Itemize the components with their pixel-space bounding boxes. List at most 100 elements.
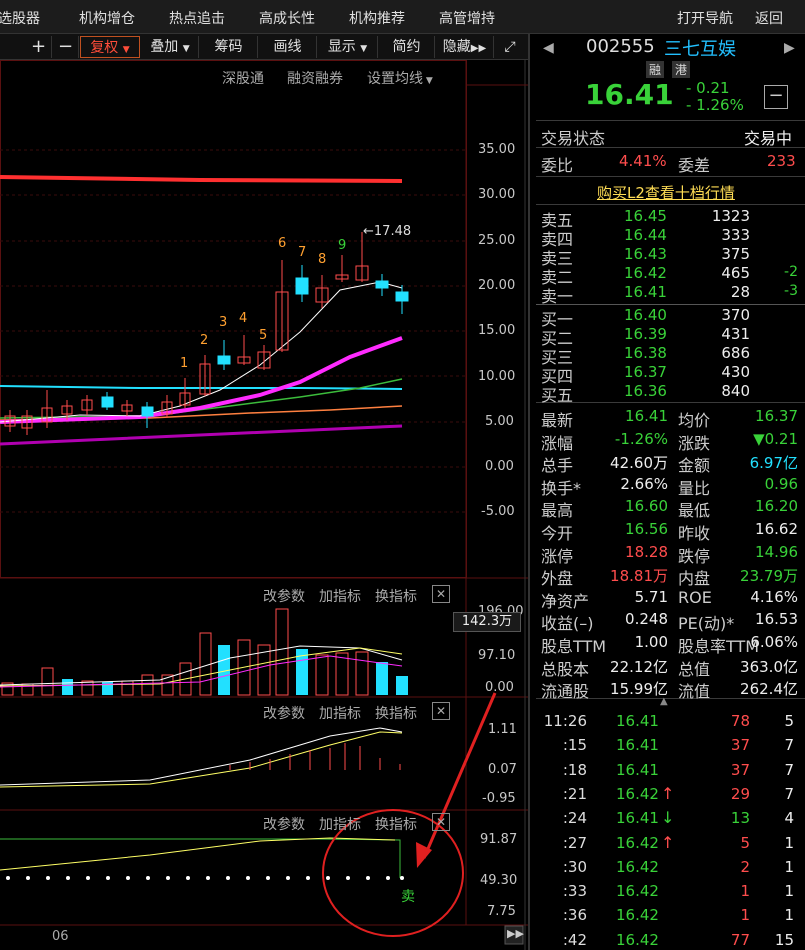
kdj-tick: 91.87 bbox=[480, 832, 518, 847]
tick-time: :21 bbox=[562, 784, 587, 803]
nav-hot-pursuit[interactable]: 热点追击 bbox=[169, 8, 225, 28]
set-ma-label: 设置均线 bbox=[367, 71, 423, 87]
stat-label: 最新 bbox=[541, 411, 574, 430]
stat-value: 1.00 bbox=[634, 633, 668, 651]
margin-trading-link[interactable]: 融资融券 bbox=[287, 68, 343, 88]
stat-value: 16.53 bbox=[755, 610, 798, 629]
fullscreen-icon[interactable]: ⤢ bbox=[496, 36, 524, 58]
price-tick: 10.00 bbox=[478, 369, 516, 384]
count-label: 8 bbox=[318, 252, 327, 267]
kdj-tick: 7.75 bbox=[487, 904, 516, 919]
macd-add-indicator-button[interactable]: 加指标 bbox=[319, 703, 361, 723]
macd-change-params-button[interactable]: 改参数 bbox=[263, 703, 305, 723]
nav-institution-add[interactable]: 机构增仓 bbox=[79, 8, 135, 28]
tick-volume: 1 bbox=[740, 906, 750, 925]
stat-label: 涨跌 bbox=[678, 433, 711, 453]
fuquan-dropdown[interactable]: 复权 ▼ bbox=[80, 36, 140, 58]
collapse-icon[interactable]: − bbox=[764, 85, 788, 109]
tick-time: :18 bbox=[562, 760, 587, 779]
vol-switch-indicator-button[interactable]: 换指标 bbox=[375, 586, 417, 606]
stat-value: 4.16% bbox=[750, 587, 798, 606]
trade-status-label: 交易状态 bbox=[541, 129, 606, 148]
stat-label: 昨收 bbox=[678, 524, 711, 543]
sell-signal-label: 卖 bbox=[401, 889, 415, 905]
buy-level-price: 16.36 bbox=[624, 382, 667, 400]
tick-volume: 37 bbox=[730, 760, 750, 779]
stat-label: 最低 bbox=[678, 501, 711, 521]
macd-switch-indicator-button[interactable]: 换指标 bbox=[375, 703, 417, 723]
high-marker-value: 17.48 bbox=[373, 224, 412, 239]
sell-level-volume: 375 bbox=[721, 245, 750, 263]
close-icon[interactable]: ✕ bbox=[432, 585, 450, 603]
stat-label: 净资产 bbox=[541, 591, 590, 611]
set-ma-link[interactable]: 设置均线 ▼ bbox=[367, 68, 433, 88]
stat-value: 5.71 bbox=[634, 587, 668, 606]
chevron-down-icon: ▼ bbox=[182, 44, 190, 54]
chip-button[interactable]: 筹码 bbox=[200, 36, 258, 58]
kdj-switch-indicator-button[interactable]: 换指标 bbox=[375, 814, 417, 834]
ma-line-purple bbox=[0, 424, 403, 446]
l2-purchase-link[interactable]: 购买L2查看十档行情 bbox=[597, 182, 735, 203]
kdj-change-params-button[interactable]: 改参数 bbox=[263, 814, 305, 834]
display-dropdown[interactable]: 显示 ▼ bbox=[318, 36, 378, 58]
price-change-pct: - 1.26% bbox=[686, 96, 744, 114]
sell-level-volume: 28 bbox=[730, 283, 750, 301]
close-icon[interactable]: ✕ bbox=[432, 702, 450, 720]
tick-volume: 2 bbox=[740, 857, 750, 876]
sell-level-price: 16.41 bbox=[624, 283, 667, 301]
stat-value: 14.96 bbox=[755, 542, 798, 561]
weicha-value: 233 bbox=[767, 152, 796, 170]
tick-time: :15 bbox=[562, 736, 587, 755]
tick-volume: 29 bbox=[730, 784, 750, 803]
tick-time: :30 bbox=[562, 857, 587, 876]
kdj-add-indicator-button[interactable]: 加指标 bbox=[319, 814, 361, 834]
simple-button[interactable]: 简约 bbox=[379, 36, 435, 58]
scroll-right-icon[interactable]: ▶▶ bbox=[507, 927, 524, 940]
sell-level-volume: 1323 bbox=[711, 207, 750, 225]
nav-executive-increase[interactable]: 高管增持 bbox=[439, 8, 495, 28]
sell-level-change: -2 bbox=[784, 264, 798, 280]
count-label: 4 bbox=[239, 311, 248, 326]
zoom-in-button[interactable]: + bbox=[26, 36, 52, 58]
overlay-dropdown[interactable]: 叠加 ▼ bbox=[142, 36, 199, 58]
tick-volume: 37 bbox=[730, 736, 750, 755]
tick-price: 16.41 bbox=[616, 712, 659, 730]
prev-stock-icon[interactable]: ◀ bbox=[543, 40, 554, 56]
stock-code: 002555 bbox=[586, 36, 655, 57]
next-stock-icon[interactable]: ▶ bbox=[784, 40, 795, 56]
chart-toolbar: + − 复权 ▼ 叠加 ▼ 筹码 画线 显示 ▼ 简约 隐藏▶▶ ⤢ bbox=[0, 34, 528, 60]
tick-volume: 77 bbox=[730, 930, 750, 949]
tick-volume: 5 bbox=[740, 833, 750, 852]
ma-line-green bbox=[0, 378, 403, 419]
nav-institution-recommend[interactable]: 机构推荐 bbox=[349, 8, 405, 28]
tick-volume: 13 bbox=[730, 809, 750, 828]
display-label: 显示 bbox=[327, 39, 356, 55]
nav-stock-picker[interactable]: 选股器 bbox=[0, 8, 40, 28]
buy-level-volume: 840 bbox=[721, 382, 750, 400]
draw-line-button[interactable]: 画线 bbox=[259, 36, 317, 58]
back-button[interactable]: 返回 bbox=[755, 8, 783, 28]
tick-time: :36 bbox=[562, 906, 587, 925]
volume-tick: 97.10 bbox=[478, 648, 516, 663]
vol-add-indicator-button[interactable]: 加指标 bbox=[319, 586, 361, 606]
vol-change-params-button[interactable]: 改参数 bbox=[263, 586, 305, 606]
price-tick: 5.00 bbox=[485, 414, 514, 429]
tick-count: 7 bbox=[784, 736, 794, 755]
weicha-label: 委差 bbox=[678, 156, 711, 175]
fuquan-label: 复权 bbox=[90, 40, 119, 56]
tick-price: 16.42 bbox=[616, 906, 659, 925]
zoom-out-button[interactable]: − bbox=[53, 36, 79, 58]
close-icon[interactable]: ✕ bbox=[432, 813, 450, 831]
hide-label: 隐藏 bbox=[442, 39, 471, 55]
count-label: 3 bbox=[219, 315, 228, 330]
open-navigation-button[interactable]: 打开导航 bbox=[677, 8, 733, 28]
stat-value: 0.96 bbox=[764, 474, 798, 493]
stat-label: 内盘 bbox=[678, 569, 711, 589]
hide-button[interactable]: 隐藏▶▶ bbox=[436, 36, 494, 58]
stat-label: 今开 bbox=[541, 524, 574, 543]
nav-high-growth[interactable]: 高成长性 bbox=[259, 8, 315, 28]
shenguton-link[interactable]: 深股通 bbox=[222, 68, 264, 88]
count-label: 1 bbox=[180, 356, 189, 371]
tick-count: 15 bbox=[774, 930, 794, 949]
count-label: 6 bbox=[278, 236, 287, 251]
